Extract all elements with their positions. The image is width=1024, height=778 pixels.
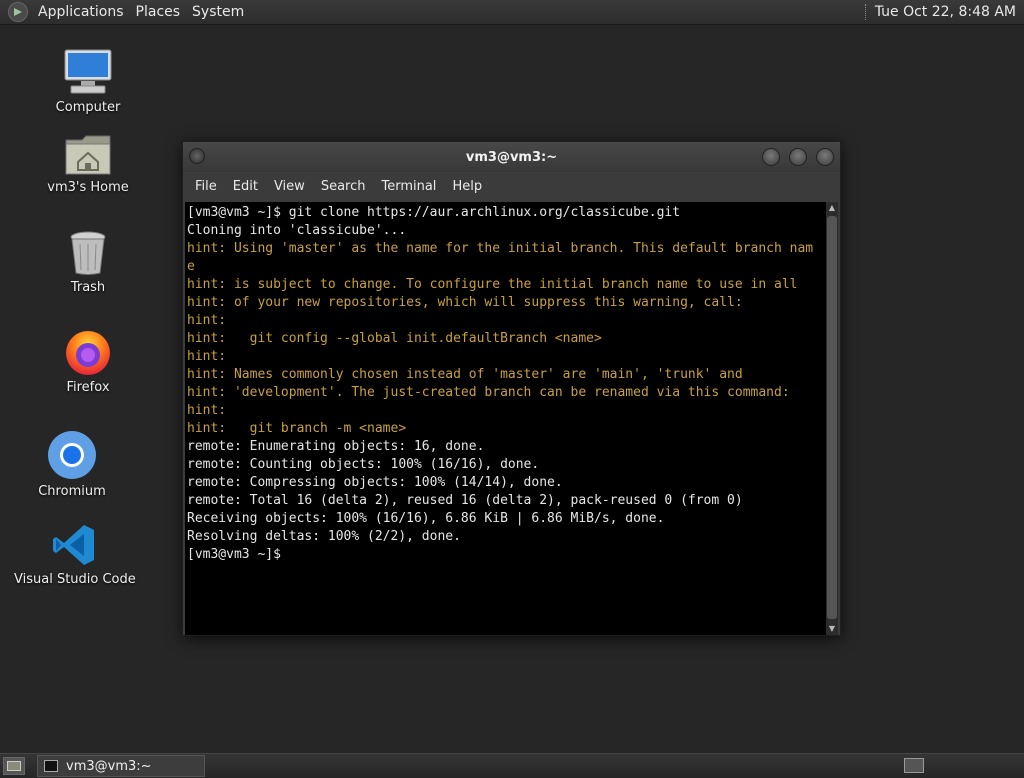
gnome-foot-icon[interactable]: [8, 2, 28, 22]
terminal-line: remote: Total 16 (delta 2), reused 16 (d…: [187, 493, 743, 508]
terminal-line: hint: Names commonly chosen instead of '…: [187, 367, 743, 382]
menu-edit[interactable]: Edit: [225, 179, 266, 194]
workspace-switcher[interactable]: [904, 758, 924, 773]
window-title: vm3@vm3:~: [465, 149, 558, 165]
window-titlebar[interactable]: vm3@vm3:~: [183, 142, 840, 172]
terminal-scrollbar[interactable]: ▲ ▼: [826, 202, 838, 635]
terminal-line: remote: Counting objects: 100% (16/16), …: [187, 457, 540, 472]
desktop-icon-trash[interactable]: Trash: [28, 226, 148, 295]
terminal-line: [vm3@vm3 ~]$ git clone https://aur.archl…: [187, 205, 681, 220]
top-panel: Applications Places System Tue Oct 22, 8…: [0, 0, 1024, 25]
scroll-up-icon[interactable]: ▲: [826, 202, 838, 214]
window-menu-icon[interactable]: [189, 148, 205, 164]
desktop-icon-firefox[interactable]: Firefox: [28, 326, 148, 395]
desktop-icon-label: Visual Studio Code: [14, 572, 136, 587]
terminal-line: hint: 'development'. The just-created br…: [187, 385, 790, 400]
desktop-icon-vscode[interactable]: Visual Studio Code: [14, 518, 136, 587]
terminal-line: hint:: [187, 349, 227, 364]
terminal-line: Cloning into 'classicube'...: [187, 223, 407, 238]
scroll-down-icon[interactable]: ▼: [826, 623, 838, 635]
terminal-line: hint:: [187, 403, 227, 418]
window-menubar: File Edit View Search Terminal Help: [183, 172, 840, 201]
system-menu[interactable]: System: [186, 4, 250, 20]
taskbar-label: vm3@vm3:~: [66, 758, 152, 774]
desktop-icon-label: Firefox: [66, 380, 110, 395]
terminal-output[interactable]: [vm3@vm3 ~]$ git clone https://aur.archl…: [185, 202, 826, 635]
bottom-panel: vm3@vm3:~: [0, 753, 1024, 778]
terminal-line: Receiving objects: 100% (16/16), 6.86 Ki…: [187, 511, 665, 526]
terminal-line: hint: git branch -m <name>: [187, 421, 407, 436]
terminal-line: remote: Compressing objects: 100% (14/14…: [187, 475, 563, 490]
desktop-icon-chromium[interactable]: Chromium: [12, 430, 132, 499]
applications-menu[interactable]: Applications: [32, 4, 130, 20]
close-button[interactable]: [816, 148, 834, 166]
menu-terminal[interactable]: Terminal: [373, 179, 444, 194]
home-folder-icon: [28, 126, 148, 176]
show-desktop-icon[interactable]: [3, 757, 25, 775]
panel-separator: [864, 4, 867, 20]
menu-help[interactable]: Help: [444, 179, 490, 194]
desktop-icon-label: vm3's Home: [47, 180, 129, 195]
menu-view[interactable]: View: [266, 179, 313, 194]
terminal-line: hint: of your new repositories, which wi…: [187, 295, 743, 310]
terminal-line: e: [187, 259, 195, 274]
terminal-line: hint: is subject to change. To configure…: [187, 277, 798, 292]
terminal-line: Resolving deltas: 100% (2/2), done.: [187, 529, 461, 544]
terminal-line: hint:: [187, 313, 227, 328]
desktop-icon-label: Chromium: [38, 484, 106, 499]
terminal-line: hint: git config --global init.defaultBr…: [187, 331, 602, 346]
vscode-icon: [14, 518, 134, 568]
chromium-icon: [12, 430, 132, 480]
maximize-button[interactable]: [789, 148, 807, 166]
terminal-window[interactable]: vm3@vm3:~ File Edit View Search Terminal…: [182, 141, 841, 636]
trash-icon: [28, 226, 148, 276]
desktop-icon-home[interactable]: vm3's Home: [28, 126, 148, 195]
menu-file[interactable]: File: [187, 179, 225, 194]
terminal-line: hint: Using 'master' as the name for the…: [187, 241, 814, 256]
terminal-icon: [44, 760, 58, 772]
terminal-line: [vm3@vm3 ~]$: [187, 547, 281, 562]
taskbar-terminal-button[interactable]: vm3@vm3:~: [37, 755, 205, 777]
minimize-button[interactable]: [762, 148, 780, 166]
desktop-icon-label: Trash: [70, 280, 106, 295]
desktop-icon-computer[interactable]: Computer: [28, 46, 148, 115]
places-menu[interactable]: Places: [130, 4, 187, 20]
scroll-thumb[interactable]: [827, 216, 837, 619]
computer-icon: [28, 46, 148, 96]
firefox-icon: [28, 326, 148, 376]
menu-search[interactable]: Search: [313, 179, 374, 194]
desktop-icon-label: Computer: [55, 100, 121, 115]
terminal-line: remote: Enumerating objects: 16, done.: [187, 439, 485, 454]
clock[interactable]: Tue Oct 22, 8:48 AM: [875, 4, 1024, 20]
